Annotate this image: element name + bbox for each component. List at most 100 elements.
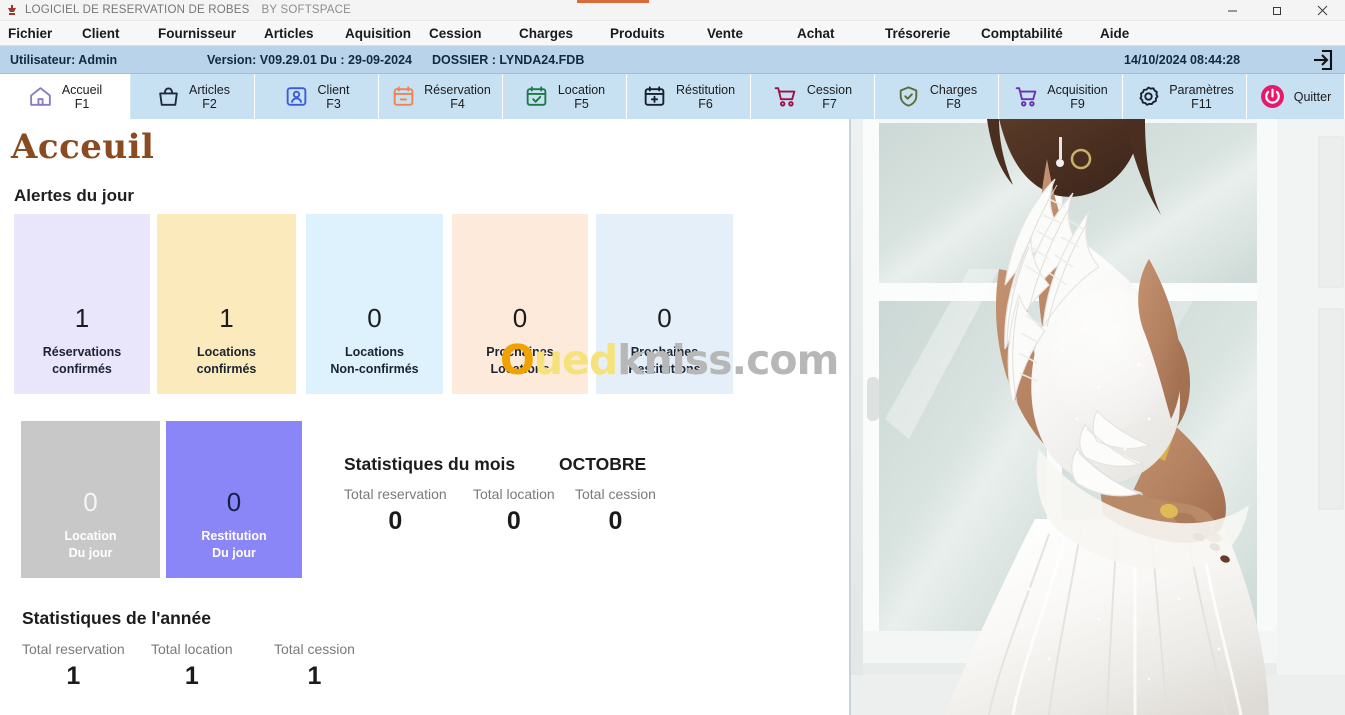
navigation-ribbon: Accueil F1 Articles F2 Client F3 Réservation F4… — [0, 74, 1345, 119]
info-bar: Utilisateur: Admin Version: V09.29.01 Du… — [0, 46, 1345, 74]
menu-item-produits[interactable]: Produits — [610, 21, 665, 46]
nav-tab-label: Cession — [806, 82, 853, 97]
window-controls — [1210, 0, 1345, 21]
menu-bar: Fichier Client Fournisseur Articles Aquisiti… — [0, 21, 1345, 46]
alert-card-label: Locations confirmés — [197, 344, 257, 378]
nav-tab-charges[interactable]: Charges F8 — [875, 74, 999, 119]
day-card-value: 0 — [83, 486, 98, 517]
alert-card-value: 1 — [219, 302, 234, 333]
menu-item-achat[interactable]: Achat — [797, 21, 835, 46]
stat-column-value: 1 — [307, 661, 322, 690]
photo-panel-edge — [849, 119, 851, 715]
nav-tab-client[interactable]: Client F3 — [255, 74, 379, 119]
nav-tab-label-wrap: Location F5 — [558, 83, 605, 111]
nav-tab-label: Réservation — [424, 82, 491, 97]
menu-item-charges[interactable]: Charges — [519, 21, 573, 46]
menu-item-aquisition[interactable]: Aquisition — [345, 21, 411, 46]
day-card-label: Location Du jour — [64, 528, 116, 562]
nav-tab-cession[interactable]: Cession F7 — [751, 74, 875, 119]
menu-item-cession[interactable]: Cession — [429, 21, 482, 46]
alert-card-label-line1: Prochaines — [486, 345, 554, 360]
calendar-check-icon — [524, 84, 550, 110]
minimize-button[interactable] — [1210, 0, 1255, 21]
nav-tab-shortcut: F7 — [822, 96, 837, 111]
day-card-label-line2: Du jour — [212, 546, 256, 561]
logout-icon[interactable] — [1305, 48, 1339, 72]
nav-tab-location[interactable]: Location F5 — [503, 74, 627, 119]
nav-tab-label-wrap: Accueil F1 — [62, 83, 102, 111]
alert-card-label-line2: Restitutions — [628, 362, 701, 377]
shield-check-icon — [896, 84, 922, 110]
alert-card-label: Réservations confirmés — [43, 344, 122, 378]
calendar-minus-icon — [390, 84, 416, 110]
nav-tab-shortcut: F8 — [946, 96, 961, 111]
nav-tab-label-wrap: Réservation F4 — [424, 83, 491, 111]
alert-card-label: Locations Non-confirmés — [330, 344, 418, 378]
menu-item-fichier[interactable]: Fichier — [8, 21, 52, 46]
window-subtitle: BY SOFTSPACE — [261, 4, 352, 16]
alert-card[interactable]: 0 Prochaines Locations — [452, 214, 588, 394]
alert-card[interactable]: 0 Prochaines Restitutions — [596, 214, 733, 394]
alert-card-label-line1: Locations — [196, 345, 257, 360]
nav-tab-rstitution[interactable]: Réstitution F6 — [627, 74, 751, 119]
nav-tab-shortcut: F9 — [1070, 96, 1085, 111]
nav-tab-articles[interactable]: Articles F2 — [131, 74, 255, 119]
app-icon — [5, 3, 19, 17]
nav-tab-rservation[interactable]: Réservation F4 — [379, 74, 503, 119]
stat-column-caption: Total reservation — [22, 641, 125, 657]
stat-column-value: 1 — [66, 661, 81, 690]
nav-tab-label: Articles — [189, 82, 230, 97]
title-bar: LOGICIEL DE RESERVATION DE ROBES BY SOFT… — [0, 0, 1345, 21]
menu-item-aide[interactable]: Aide — [1100, 21, 1129, 46]
stat-column-caption: Total location — [151, 641, 233, 657]
home-icon — [28, 84, 54, 110]
alert-card[interactable]: 1 Locations confirmés — [157, 214, 296, 394]
close-button[interactable] — [1300, 0, 1345, 21]
title-accent-bar — [577, 0, 649, 3]
dashboard-pane: Acceuil Alertes du jour 1 Réservations con… — [0, 119, 849, 715]
nav-tab-shortcut: F6 — [698, 96, 713, 111]
stat-column: Total cession 0 — [575, 486, 656, 536]
stat-column: Total cession 1 — [274, 641, 355, 691]
day-card[interactable]: 0 Restitution Du jour — [166, 421, 302, 578]
menu-item-vente[interactable]: Vente — [707, 21, 743, 46]
day-card-label-line1: Location — [64, 529, 117, 544]
stat-column: Total location 0 — [473, 486, 555, 536]
restore-button[interactable] — [1255, 0, 1300, 21]
nav-tab-label: Réstitution — [675, 82, 736, 97]
alert-card[interactable]: 1 Réservations confirmés — [14, 214, 150, 394]
menu-item-trsorerie[interactable]: Trésorerie — [885, 21, 950, 46]
nav-tab-quitter[interactable]: Quitter — [1247, 74, 1345, 119]
month-stats-month: OCTOBRE — [559, 454, 647, 474]
nav-tab-label-wrap: Articles F2 — [189, 83, 230, 111]
user-card-icon — [284, 84, 310, 110]
window-title: LOGICIEL DE RESERVATION DE ROBES — [25, 4, 250, 16]
stat-column-caption: Total location — [473, 486, 555, 502]
basket-icon — [155, 84, 181, 110]
nav-tab-label: Quitter — [1293, 89, 1332, 104]
day-card-label: Restitution Du jour — [201, 528, 266, 562]
power-icon — [1260, 84, 1286, 110]
menu-item-fournisseur[interactable]: Fournisseur — [158, 21, 236, 46]
nav-tab-acquisition[interactable]: Acquisition F9 — [999, 74, 1123, 119]
alert-card[interactable]: 0 Locations Non-confirmés — [306, 214, 443, 394]
nav-tab-label: Client — [317, 82, 350, 97]
alert-card-label: Prochaines Locations — [486, 344, 553, 378]
nav-tab-shortcut: F3 — [326, 96, 341, 111]
menu-item-comptabilit[interactable]: Comptabilité — [981, 21, 1063, 46]
alert-card-label-line1: Prochaines — [630, 345, 699, 360]
stat-column-value: 0 — [388, 506, 403, 535]
menu-item-articles[interactable]: Articles — [264, 21, 314, 46]
nav-tab-paramtres[interactable]: Paramètres F11 — [1123, 74, 1247, 119]
menu-item-client[interactable]: Client — [82, 21, 120, 46]
nav-tab-label: Charges — [929, 82, 978, 97]
day-card[interactable]: 0 Location Du jour — [21, 421, 160, 578]
nav-tab-label-wrap: Client F3 — [318, 83, 350, 111]
alert-card-label-line1: Réservations — [42, 345, 122, 360]
application-window: LOGICIEL DE RESERVATION DE ROBES BY SOFT… — [0, 0, 1345, 715]
alert-card-value: 1 — [74, 302, 90, 333]
alert-card-label-line2: confirmés — [52, 362, 112, 377]
nav-tab-label-wrap: Quitter — [1294, 90, 1332, 104]
dossier-label: DOSSIER : LYNDA24.FDB — [432, 53, 585, 67]
nav-tab-accueil[interactable]: Accueil F1 — [0, 74, 131, 119]
